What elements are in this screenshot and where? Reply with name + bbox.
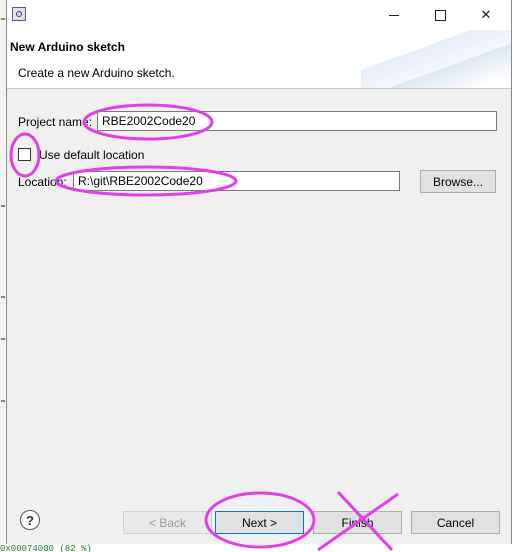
use-default-location-label: Use default location: [39, 148, 145, 162]
editor-marker: [1, 205, 5, 207]
editor-marker: [1, 400, 5, 402]
help-icon[interactable]: ?: [20, 510, 40, 530]
back-button[interactable]: < Back: [123, 511, 212, 534]
page-title: New Arduino sketch: [10, 40, 125, 54]
location-label: Location:: [18, 175, 67, 189]
wizard-header: New Arduino sketch Create a new Arduino …: [7, 30, 511, 89]
project-name-label: Project name:: [18, 115, 93, 129]
minimize-icon: [389, 14, 399, 16]
title-bar: ✕: [7, 0, 511, 30]
editor-marker: [1, 18, 5, 20]
cancel-button[interactable]: Cancel: [411, 511, 500, 534]
new-sketch-dialog: ✕ New Arduino sketch Create a new Arduin…: [6, 0, 512, 552]
editor-marker: [1, 338, 5, 340]
location-input[interactable]: R:\git\RBE2002Code20: [73, 171, 400, 191]
maximize-button[interactable]: [417, 0, 463, 30]
close-icon: ✕: [480, 7, 492, 23]
browse-button[interactable]: Browse...: [420, 170, 496, 193]
next-button[interactable]: Next >: [215, 511, 304, 534]
page-subtitle: Create a new Arduino sketch.: [18, 66, 175, 80]
editor-marker: [1, 296, 5, 298]
maximize-icon: [434, 9, 446, 21]
eclipse-app-icon: [12, 7, 26, 21]
background-status-text: 0x00074000 (82 %): [0, 544, 514, 552]
header-banner-graphic: [361, 30, 511, 88]
project-name-input[interactable]: RBE2002Code20: [97, 111, 497, 131]
finish-button[interactable]: Finish: [313, 511, 402, 534]
use-default-location-checkbox[interactable]: [18, 148, 31, 161]
close-button[interactable]: ✕: [463, 0, 509, 30]
minimize-button[interactable]: [371, 0, 417, 30]
